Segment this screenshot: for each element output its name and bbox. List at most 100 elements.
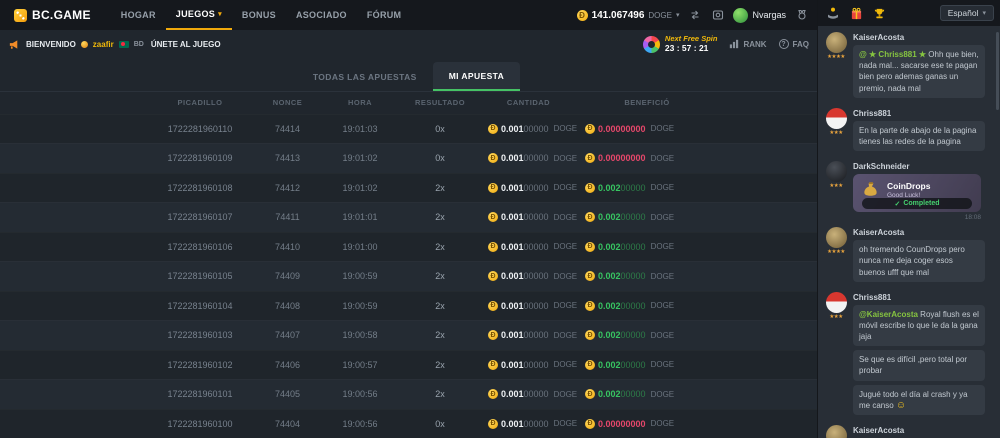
announcement-bar: BIENVENIDO zaafir BD ÚNETE AL JUEGO Next… [0,30,817,58]
column-header: HORA [320,98,400,107]
bet-hash[interactable]: 1722281960106 [145,242,255,252]
chat-username[interactable]: KaiserAcosta [853,228,992,237]
avatar[interactable] [826,425,847,438]
vault-icon[interactable] [710,8,725,23]
bet-hash[interactable]: 1722281960100 [145,419,255,429]
tab-todas-las-apuestas[interactable]: TODAS LAS APUESTAS [297,62,433,91]
bet-profit: Ð0.00200000DOGE [577,242,717,252]
mention[interactable]: @KaiserAcosta [859,310,918,319]
language-label: Español [948,8,979,18]
amount-value: 0.00200000 [598,360,646,370]
currency-label: DOGE [554,124,578,133]
currency-label: DOGE [554,242,578,251]
table-row: 17222819601107441419:01:030xÐ0.00100000D… [0,114,817,144]
bet-hash[interactable]: 1722281960104 [145,301,255,311]
bet-hash[interactable]: 1722281960110 [145,124,255,134]
bet-profit: Ð0.00200000DOGE [577,330,717,340]
doge-coin-icon: Ð [488,419,498,429]
winner-name: zaafir [93,40,114,49]
amount-value: 0.00200000 [598,330,646,340]
currency-label: DOGE [554,272,578,281]
free-spin-widget[interactable]: Next Free Spin 23 : 57 : 21 [643,34,718,53]
bet-hash[interactable]: 1722281960109 [145,153,255,163]
doge-coin-icon: Ð [488,360,498,370]
language-selector[interactable]: Español ▾ [940,5,994,21]
currency-label: DOGE [651,360,675,369]
rank-button[interactable]: RANK [729,39,766,49]
bet-profit: Ð0.00000000DOGE [577,419,717,429]
currency-label: DOGE [651,124,675,133]
chat-username[interactable]: KaiserAcosta [853,33,992,42]
avatar[interactable] [826,292,847,313]
user-menu[interactable]: Nvargas [733,8,786,23]
bets-tabs: TODAS LAS APUESTASMI APUESTA [0,62,817,92]
chat-username[interactable]: KaiserAcosta [853,426,992,435]
nav-item-juegos[interactable]: JUEGOS▾ [166,0,232,30]
nav-item-asociado[interactable]: ASOCIADO [286,0,357,30]
gift-icon[interactable] [849,6,863,20]
doge-coin-icon: Ð [488,330,498,340]
bet-amount: Ð0.00100000DOGE [480,419,577,429]
bet-amount: Ð0.00100000DOGE [480,153,577,163]
welcome-ticker[interactable]: BIENVENIDO zaafir BD ÚNETE AL JUEGO [8,38,221,51]
avatar[interactable] [826,108,847,129]
bet-time: 19:00:56 [320,389,400,399]
mention[interactable]: @ ★ Chriss881 ★ [859,50,926,59]
balance-selector[interactable]: Ð 141.067496 DOGE ▾ [577,10,680,21]
doge-coin-icon: Ð [585,419,595,429]
bet-nonce: 74413 [255,153,320,163]
swap-icon[interactable] [687,8,702,23]
user-stars: ★★★★ [827,54,845,60]
currency-label: DOGE [651,183,675,192]
currency-label: DOGE [651,272,675,281]
chat-username[interactable]: DarkSchneider [853,162,992,171]
avatar-column: ★★★ [824,161,848,221]
bet-hash[interactable]: 1722281960101 [145,389,255,399]
chat-message: ★★★★KaiserAcosta@ ★ Chriss881 ★ Ohh que … [824,32,992,102]
chat-scrollbar[interactable] [996,32,999,110]
chat-username[interactable]: Chriss881 [853,109,992,118]
bet-time: 19:00:59 [320,271,400,281]
nav-item-fórum[interactable]: FÓRUM [357,0,412,30]
nav-item-bonus[interactable]: BONUS [232,0,286,30]
nav-item-label: HOGAR [121,10,156,20]
question-icon: ? [779,39,789,49]
bet-hash[interactable]: 1722281960108 [145,183,255,193]
chat-username[interactable]: Chriss881 [853,293,992,302]
nav-item-hogar[interactable]: HOGAR [111,0,166,30]
tab-mi-apuesta[interactable]: MI APUESTA [433,62,520,91]
bcgame-logo[interactable]: BC.GAME [14,8,91,22]
amount-value: 0.00200000 [598,212,646,222]
bet-hash[interactable]: 1722281960105 [145,271,255,281]
bet-profit: Ð0.00200000DOGE [577,271,717,281]
bet-hash[interactable]: 1722281960103 [145,330,255,340]
bet-time: 19:01:02 [320,153,400,163]
bet-profit: Ð0.00000000DOGE [577,153,717,163]
medal-icon[interactable] [794,8,809,23]
coin-rain-icon[interactable] [826,6,840,20]
currency-label: DOGE [554,213,578,222]
amount-value: 0.00100000 [501,301,549,311]
bet-time: 19:00:56 [320,419,400,429]
doge-coin-icon: Ð [488,212,498,222]
bet-hash[interactable]: 1722281960107 [145,212,255,222]
free-spin-timer: 23 : 57 : 21 [665,43,718,53]
avatar[interactable] [826,32,847,53]
doge-coin-icon: Ð [585,389,595,399]
bet-result: 2x [400,360,480,370]
bet-hash[interactable]: 1722281960102 [145,360,255,370]
coindrops-card[interactable]: CoinDropsGood Luck!✓ Completed [853,174,981,212]
avatar[interactable] [826,227,847,248]
avatar[interactable] [826,161,847,182]
chat-bubble: @KaiserAcosta Royal flush es el móvil es… [853,305,985,347]
chat-message: ★★★Chriss881@KaiserAcosta Royal flush es… [824,292,992,419]
table-row: 17222819601047440819:00:592xÐ0.00100000D… [0,291,817,321]
faq-button[interactable]: ? FAQ [779,39,809,49]
currency-label: DOGE [554,360,578,369]
chat-message: ★★★★KaiserAcostaoh tremendo CounDrops pe… [824,227,992,286]
rank-icon [729,39,739,49]
bet-amount: Ð0.00100000DOGE [480,242,577,252]
chat-messages: ★★★★KaiserAcosta@ ★ Chriss881 ★ Ohh que … [818,26,1000,438]
currency-label: DOGE [554,154,578,163]
trophy-icon[interactable] [872,6,886,20]
